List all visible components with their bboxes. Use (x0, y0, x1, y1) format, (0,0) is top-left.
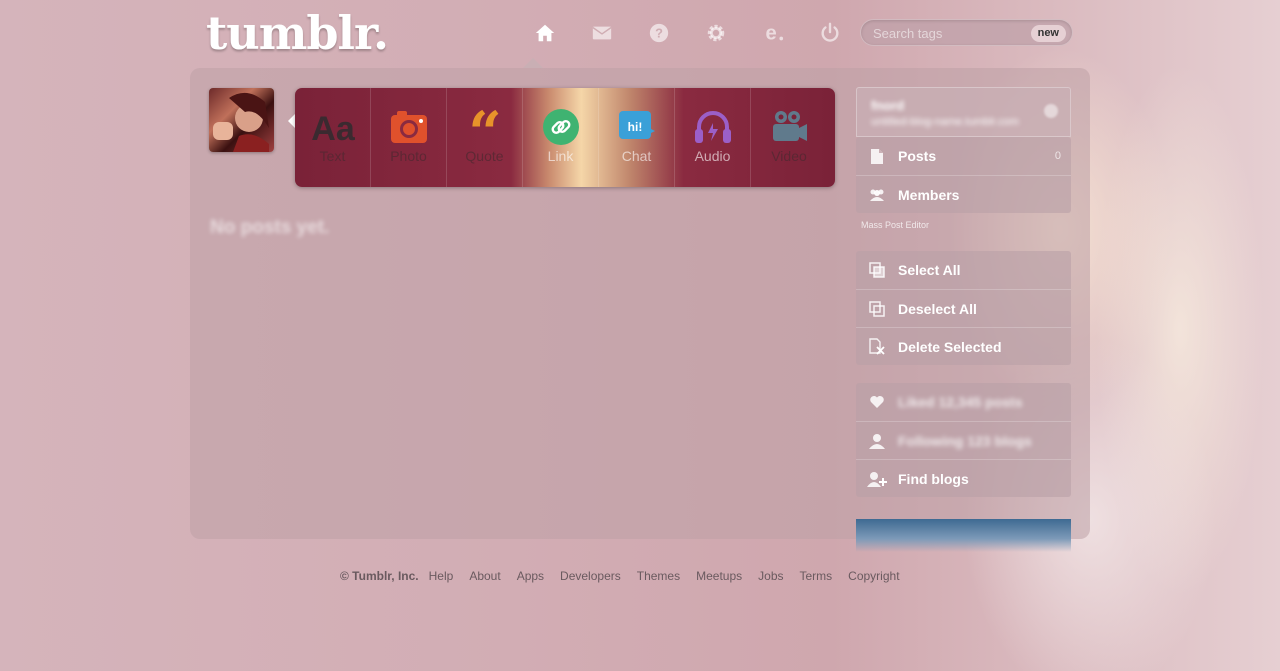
blog-title: fnord (871, 98, 905, 113)
nav-active-pointer (523, 58, 543, 68)
tumblr-logo[interactable]: tumblr. (206, 6, 389, 60)
avatar-image (213, 92, 269, 152)
post-type-text[interactable]: Aa Text (295, 88, 371, 187)
blog-url: untitled-blog-name.tumblr.com (871, 116, 1019, 128)
account-menu: Liked 12,345 posts Following 123 blogs F… (856, 383, 1071, 497)
nav-extension[interactable]: e (744, 18, 801, 48)
chat-icon: hi! (618, 111, 655, 139)
mass-post-editor-heading: Mass Post Editor (861, 220, 930, 230)
post-type-label: Chat (621, 148, 652, 164)
post-type-quote[interactable]: “ Quote (447, 88, 523, 187)
empty-dashboard-message: No posts yet. (210, 217, 330, 238)
footer-link-about[interactable]: About (469, 569, 500, 583)
post-type-bar: Aa Text Photo “ Quote Link hi! Chat Audi… (295, 88, 835, 187)
search-input[interactable] (873, 24, 1023, 42)
question-icon: ? (649, 23, 668, 43)
post-type-label: Video (771, 148, 807, 164)
sidebar-item-likes[interactable]: Liked 12,345 posts (856, 383, 1071, 421)
sidebar-item-label: Following 123 blogs (898, 432, 1032, 449)
select-all-icon (869, 262, 885, 278)
header: tumblr. ? e new (0, 0, 1280, 68)
gear-icon (707, 24, 724, 42)
post-type-label: Quote (465, 148, 504, 164)
sidebar-item-label: Posts (898, 148, 937, 164)
sidebar-item-label: Delete Selected (898, 338, 1002, 355)
user-icon (869, 433, 885, 449)
page-icon (871, 148, 883, 164)
sidebar-item-select-all[interactable]: Select All (856, 251, 1071, 289)
members-icon (870, 189, 884, 201)
blog-settings-icon[interactable] (1044, 104, 1058, 118)
sidebar-item-label: Members (898, 186, 960, 203)
deselect-all-icon (869, 300, 885, 317)
svg-text:?: ? (655, 26, 663, 41)
blog-card[interactable]: fnord untitled-blog-name.tumblr.com (856, 87, 1071, 137)
footer-link-themes[interactable]: Themes (637, 569, 680, 583)
post-type-label: Text (319, 148, 346, 164)
quote-icon: “ (468, 109, 501, 145)
mass-editor-menu: Select All Deselect All Delete Selected (856, 251, 1071, 365)
posts-count: 0 (1054, 150, 1061, 162)
sidebar-item-label: Select All (898, 262, 961, 278)
nav-dashboard[interactable] (516, 18, 573, 48)
footer-link-developers[interactable]: Developers (560, 569, 621, 583)
power-icon (820, 22, 839, 42)
footer-link-jobs[interactable]: Jobs (758, 569, 783, 583)
home-icon (535, 24, 554, 42)
headphones-icon (694, 111, 731, 143)
sidebar-item-posts[interactable]: Posts 0 (856, 137, 1071, 175)
envelope-icon (591, 26, 612, 40)
sidebar-item-following[interactable]: Following 123 blogs (856, 421, 1071, 459)
post-type-video[interactable]: Video (751, 88, 827, 187)
text-icon: Aa (311, 110, 356, 145)
post-type-photo[interactable]: Photo (371, 88, 447, 187)
e-icon: e (765, 22, 783, 44)
nav-messages[interactable] (573, 18, 630, 48)
camera-icon (390, 111, 427, 143)
post-type-audio[interactable]: Audio (675, 88, 751, 187)
delete-selected-icon (869, 338, 885, 355)
sidebar-item-label: Find blogs (898, 470, 969, 487)
heart-icon (870, 396, 884, 408)
sidebar-item-find-blogs[interactable]: Find blogs (856, 459, 1071, 497)
footer-link-help[interactable]: Help (429, 569, 454, 583)
footer-copyright: © Tumblr, Inc. (340, 569, 419, 583)
sidebar-item-label: Liked 12,345 posts (898, 394, 1023, 410)
nav-logout[interactable] (801, 18, 858, 48)
footer: © Tumblr, Inc. Help About Apps Developer… (340, 569, 916, 583)
sidebar-item-delete-selected[interactable]: Delete Selected (856, 327, 1071, 365)
post-type-link[interactable]: Link (523, 88, 599, 187)
link-icon (542, 109, 579, 145)
video-camera-icon (773, 111, 807, 141)
avatar[interactable] (209, 88, 274, 152)
svg-text:hi!: hi! (627, 120, 642, 134)
svg-text:e: e (765, 22, 776, 44)
footer-link-terms[interactable]: Terms (800, 569, 833, 583)
svg-text:“: “ (468, 109, 501, 145)
nav-help[interactable]: ? (630, 18, 687, 48)
post-type-label: Audio (694, 148, 731, 164)
post-type-chat[interactable]: hi! Chat (599, 88, 675, 187)
add-user-icon (867, 471, 887, 487)
post-type-label: Photo (390, 148, 427, 164)
sidebar-promo-banner[interactable] (856, 519, 1071, 552)
footer-link-meetups[interactable]: Meetups (696, 569, 742, 583)
sidebar-item-deselect-all[interactable]: Deselect All (856, 289, 1071, 327)
search-box: new (860, 19, 1073, 46)
svg-text:Aa: Aa (311, 110, 356, 145)
footer-link-apps[interactable]: Apps (517, 569, 544, 583)
post-type-label: Link (547, 148, 574, 164)
new-badge: new (1030, 25, 1066, 42)
sidebar-item-label: Deselect All (898, 300, 977, 317)
sidebar-item-members[interactable]: Members (856, 175, 1071, 213)
top-nav: ? e (516, 18, 858, 48)
footer-link-copyright[interactable]: Copyright (848, 569, 899, 583)
blog-menu: Posts 0 Members (856, 137, 1071, 213)
nav-preferences[interactable] (687, 18, 744, 48)
